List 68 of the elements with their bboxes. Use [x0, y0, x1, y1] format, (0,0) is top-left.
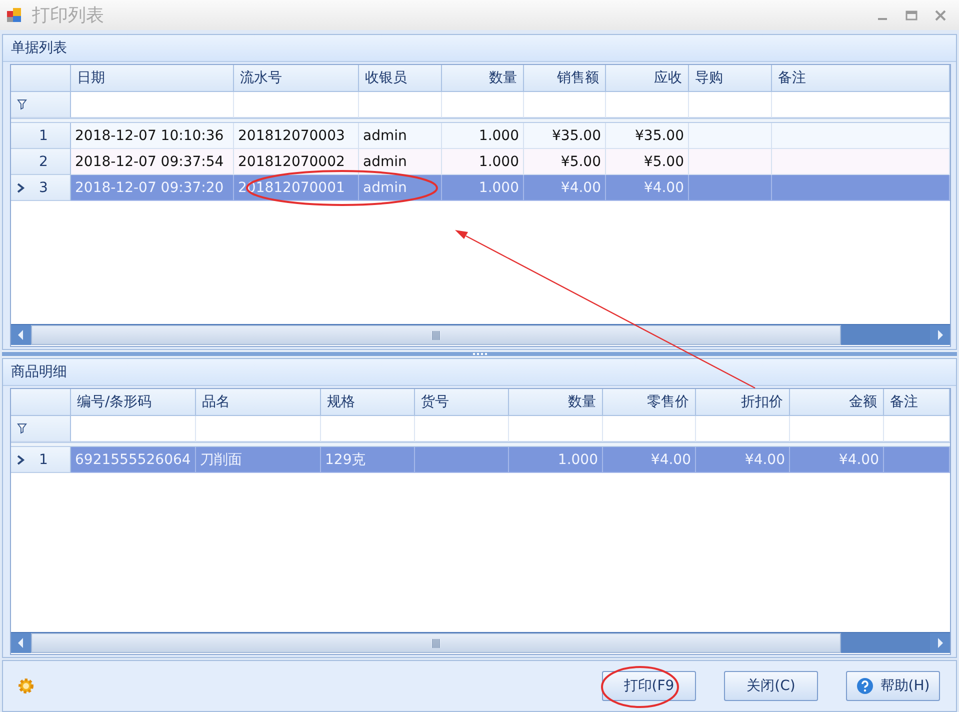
- button[interactable]: 打印(F9: [602, 671, 696, 701]
- row-number: 1: [39, 128, 48, 144]
- button[interactable]: 关闭(C): [724, 671, 818, 701]
- row-number: 3: [39, 180, 48, 196]
- panel-title: 单据列表: [3, 35, 956, 62]
- table-cell[interactable]: 2018-12-07 10:10:36: [71, 123, 234, 149]
- right-arrow-icon: [937, 330, 943, 340]
- column-header[interactable]: 品名: [196, 389, 321, 416]
- scroll-right-button[interactable]: [930, 633, 950, 653]
- scroll-thumb[interactable]: [31, 325, 841, 345]
- help-icon: [856, 677, 874, 695]
- column-header[interactable]: 编号/条形码: [71, 389, 196, 416]
- row-pointer-icon: [17, 454, 25, 464]
- column-header[interactable]: 折扣价: [696, 389, 790, 416]
- table-cell[interactable]: [689, 123, 772, 149]
- table-cell[interactable]: admin: [359, 123, 442, 149]
- column-header[interactable]: 数量: [442, 65, 524, 92]
- column-header[interactable]: 备注: [772, 65, 950, 92]
- scroll-right-button[interactable]: [930, 325, 950, 345]
- table-cell[interactable]: 1.000: [442, 149, 524, 175]
- table-cell[interactable]: ¥5.00: [606, 149, 689, 175]
- window-title: 打印列表: [32, 4, 104, 27]
- app-icon: [6, 7, 22, 23]
- column-header[interactable]: 货号: [415, 389, 509, 416]
- table-cell[interactable]: [415, 447, 509, 473]
- row-pointer-icon: [17, 182, 25, 192]
- horizontal-scrollbar[interactable]: [11, 324, 950, 345]
- column-header[interactable]: 规格: [321, 389, 415, 416]
- settings-icon[interactable]: [17, 677, 35, 695]
- right-arrow-icon: [937, 638, 943, 648]
- close-icon[interactable]: [934, 10, 947, 20]
- table-cell[interactable]: [772, 175, 950, 201]
- column-header[interactable]: 收银员: [359, 65, 442, 92]
- panel-title: 商品明细: [3, 359, 956, 386]
- scroll-left-button[interactable]: [11, 633, 31, 653]
- table-cell[interactable]: [689, 175, 772, 201]
- table-cell[interactable]: [772, 149, 950, 175]
- table-cell[interactable]: admin: [359, 149, 442, 175]
- left-arrow-icon: [18, 638, 24, 648]
- table-cell[interactable]: 2018-12-07 09:37:54: [71, 149, 234, 175]
- filter-icon[interactable]: [17, 423, 27, 434]
- scroll-left-button[interactable]: [11, 325, 31, 345]
- filter-icon[interactable]: [17, 99, 27, 110]
- row-number: 2: [39, 154, 48, 170]
- column-header[interactable]: 销售额: [524, 65, 606, 92]
- row-number: 1: [39, 452, 48, 468]
- column-header[interactable]: 导购: [689, 65, 772, 92]
- table-cell[interactable]: ¥5.00: [524, 149, 606, 175]
- scroll-thumb[interactable]: [31, 633, 841, 653]
- column-header[interactable]: 备注: [884, 389, 950, 416]
- table-cell[interactable]: [884, 447, 950, 473]
- column-header[interactable]: 数量: [509, 389, 603, 416]
- table-cell[interactable]: [689, 149, 772, 175]
- table-cell[interactable]: 201812070003: [234, 123, 359, 149]
- column-header[interactable]: 零售价: [603, 389, 696, 416]
- table-cell[interactable]: 1.000: [442, 123, 524, 149]
- table-cell[interactable]: ¥35.00: [606, 123, 689, 149]
- column-header[interactable]: 流水号: [234, 65, 359, 92]
- maximize-icon[interactable]: [905, 10, 918, 20]
- horizontal-scrollbar[interactable]: [11, 632, 950, 653]
- table-cell[interactable]: 201812070002: [234, 149, 359, 175]
- table-cell[interactable]: [772, 123, 950, 149]
- left-arrow-icon: [18, 330, 24, 340]
- column-header[interactable]: 金额: [790, 389, 884, 416]
- table-cell[interactable]: ¥35.00: [524, 123, 606, 149]
- column-header[interactable]: 日期: [71, 65, 234, 92]
- column-header[interactable]: 应收: [606, 65, 689, 92]
- help-button[interactable]: 帮助(H): [846, 671, 940, 701]
